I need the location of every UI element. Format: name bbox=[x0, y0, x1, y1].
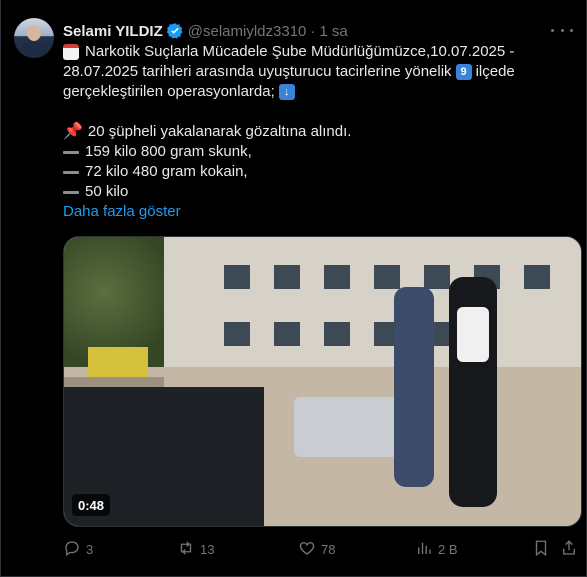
verified-badge-icon[interactable] bbox=[166, 22, 184, 40]
text-line: 📌 20 şüpheli yakalanarak gözaltına alınd… bbox=[63, 122, 573, 142]
reply-count: 3 bbox=[86, 541, 94, 557]
keycap-nine-icon: 9 bbox=[455, 64, 472, 80]
dash-icon bbox=[63, 190, 79, 194]
text-line-6: 159 kilo 800 gram skunk, bbox=[85, 143, 252, 160]
avatar-body bbox=[20, 42, 48, 58]
like-count: 78 bbox=[321, 541, 336, 557]
text-line-2a: 28.07.2025 tarihleri arasında uyuşturucu… bbox=[63, 63, 452, 80]
text-line-8: 50 kilo bbox=[85, 183, 129, 200]
pushpin-icon: 📌 bbox=[63, 123, 83, 140]
text-line-3: gerçekleştirilen operasyonlarda; bbox=[63, 83, 275, 100]
video-person-1 bbox=[394, 287, 434, 487]
text-line-7: 72 kilo 480 gram kokain, bbox=[85, 163, 248, 180]
video-person-2-shirt bbox=[457, 307, 489, 362]
avatar[interactable] bbox=[14, 18, 54, 58]
text-line: gerçekleştirilen operasyonlarda; ↓ bbox=[63, 82, 573, 102]
video-player[interactable]: 0:48 bbox=[63, 236, 582, 527]
reply-icon bbox=[63, 539, 81, 560]
author-name[interactable]: Selami YILDIZ bbox=[63, 23, 163, 40]
text-line: 28.07.2025 tarihleri arasında uyuşturucu… bbox=[63, 62, 573, 82]
bookmark-icon bbox=[532, 539, 550, 560]
action-bar: 3 13 78 2 B bbox=[63, 539, 575, 559]
text-line: Daha fazla göster bbox=[63, 202, 573, 222]
video-duration: 0:48 bbox=[72, 494, 111, 516]
frame-border-left bbox=[0, 0, 1, 577]
retweet-count: 13 bbox=[200, 541, 215, 557]
video-building bbox=[154, 237, 581, 377]
video-gold-packages bbox=[88, 347, 148, 377]
avatar-head bbox=[27, 25, 41, 41]
bookmark-button[interactable] bbox=[532, 539, 550, 559]
more-icon[interactable] bbox=[551, 22, 573, 38]
tweet-text: Narkotik Suçlarla Mücadele Şube Müdürlüğ… bbox=[63, 42, 573, 222]
views-count: 2 B bbox=[438, 541, 458, 557]
tweet-header: Selami YILDIZ @selamiyldz3310 · 1 sa bbox=[63, 21, 348, 41]
separator-dot: · bbox=[310, 22, 316, 40]
down-arrow-icon: ↓ bbox=[278, 84, 295, 100]
dash-icon bbox=[63, 150, 79, 154]
author-handle[interactable]: @selamiyldz3310 bbox=[188, 23, 307, 40]
retweet-button[interactable]: 13 bbox=[177, 539, 214, 559]
calendar-icon bbox=[63, 44, 79, 60]
reply-button[interactable]: 3 bbox=[63, 539, 93, 559]
retweet-icon bbox=[177, 539, 195, 560]
dash-icon bbox=[63, 170, 79, 174]
show-more-link[interactable]: Daha fazla göster bbox=[63, 202, 181, 222]
share-button[interactable] bbox=[560, 539, 578, 559]
text-line: 159 kilo 800 gram skunk, bbox=[63, 142, 573, 162]
text-line-2b: ilçede bbox=[475, 63, 515, 80]
text-line: Narkotik Suçlarla Mücadele Şube Müdürlüğ… bbox=[63, 42, 573, 62]
views-icon bbox=[415, 539, 433, 560]
text-line: 72 kilo 480 gram kokain, bbox=[63, 162, 573, 182]
timestamp[interactable]: 1 sa bbox=[319, 23, 347, 40]
text-line: 50 kilo bbox=[63, 182, 573, 202]
share-icon bbox=[560, 539, 578, 560]
views-button[interactable]: 2 B bbox=[415, 539, 458, 559]
heart-icon bbox=[298, 539, 316, 560]
like-button[interactable]: 78 bbox=[298, 539, 335, 559]
text-line-1: Narkotik Suçlarla Mücadele Şube Müdürlüğ… bbox=[85, 43, 515, 60]
text-line-5: 20 şüpheli yakalanarak gözaltına alındı. bbox=[87, 123, 352, 140]
